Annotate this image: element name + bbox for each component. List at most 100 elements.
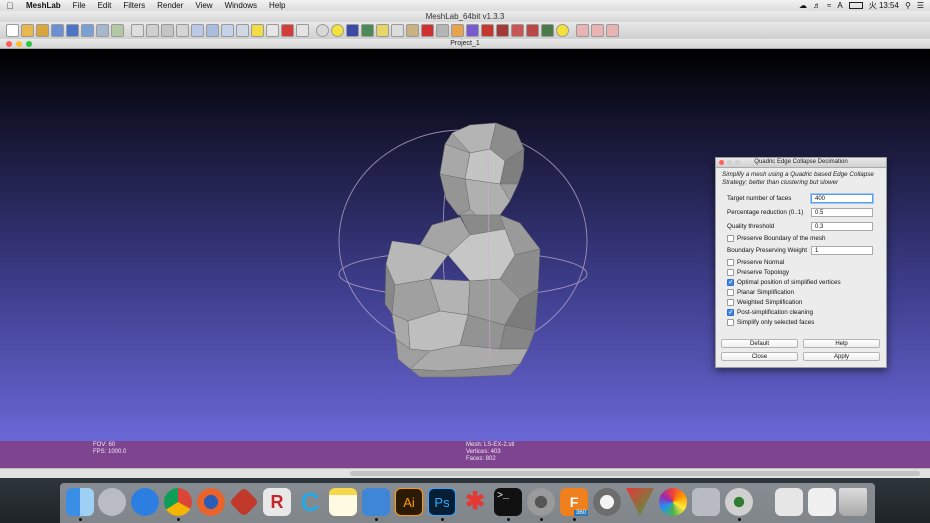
screenshot-icon[interactable] — [808, 488, 836, 516]
dialog-zoom-icon[interactable] — [735, 160, 740, 165]
new-project-icon[interactable] — [6, 24, 19, 37]
preserve-boundary-checkbox[interactable] — [727, 235, 734, 242]
apply-button[interactable]: Apply — [803, 352, 880, 361]
image-icon[interactable] — [541, 24, 554, 37]
c-app-icon[interactable]: C — [296, 488, 324, 516]
dialog-close-icon[interactable] — [719, 160, 724, 165]
back-face-culling-icon[interactable] — [296, 24, 309, 37]
point-select-icon[interactable] — [481, 24, 494, 37]
snapshot-icon[interactable] — [81, 24, 94, 37]
paint-icon[interactable] — [406, 24, 419, 37]
light-icon[interactable] — [251, 24, 264, 37]
select-faces-icon[interactable] — [361, 24, 374, 37]
boundary-weight-input[interactable]: 1 — [811, 246, 873, 255]
apple-menu-icon[interactable]:  — [0, 1, 20, 11]
wireframe-view-icon[interactable] — [161, 24, 174, 37]
box-3d-icon[interactable] — [692, 488, 720, 516]
sketchup-icon[interactable] — [593, 488, 621, 516]
notification-center-icon[interactable]: ☰ — [917, 1, 924, 10]
finder-icon[interactable] — [66, 488, 94, 516]
hidden-lines-view-icon[interactable] — [176, 24, 189, 37]
help-info-icon[interactable] — [556, 24, 569, 37]
delete-selection-icon[interactable] — [606, 24, 619, 37]
preview-icon[interactable] — [362, 488, 390, 516]
trackball-icon[interactable] — [316, 24, 329, 37]
select-vertices-icon[interactable] — [526, 24, 539, 37]
input-method-indicator[interactable]: A — [837, 1, 842, 10]
quality-threshold-input[interactable]: 0.3 — [811, 222, 873, 231]
close-button[interactable]: Close — [721, 352, 798, 361]
fancy-lighting-icon[interactable] — [281, 24, 294, 37]
preserve-normal-checkbox[interactable] — [727, 259, 734, 266]
flat-view-icon[interactable] — [206, 24, 219, 37]
bbox-view-icon[interactable] — [131, 24, 144, 37]
menu-view[interactable]: View — [189, 1, 218, 10]
close-window-icon[interactable] — [6, 41, 12, 47]
menu-file[interactable]: File — [67, 1, 92, 10]
menu-app[interactable]: MeshLab — [20, 1, 67, 10]
optimal-position-checkbox[interactable] — [727, 278, 734, 286]
default-button[interactable]: Default — [721, 339, 798, 348]
export-icon[interactable] — [66, 24, 79, 37]
menu-edit[interactable]: Edit — [92, 1, 118, 10]
import-mesh-icon[interactable] — [51, 24, 64, 37]
safari-icon[interactable] — [131, 488, 159, 516]
wifi-icon[interactable]: ≈ — [827, 1, 831, 10]
cloud-icon[interactable]: ☁ — [799, 1, 807, 10]
photoshop-icon[interactable]: Ps — [428, 488, 456, 516]
preserve-topology-checkbox[interactable] — [727, 269, 734, 276]
firefox-icon[interactable] — [197, 488, 225, 516]
scrollbar-thumb[interactable] — [350, 471, 920, 476]
terminal-icon[interactable]: >_ — [494, 488, 522, 516]
search-icon[interactable]: ⚲ — [905, 1, 911, 10]
flat-lines-view-icon[interactable] — [191, 24, 204, 37]
measure-icon[interactable] — [376, 24, 389, 37]
texture-param-icon[interactable] — [451, 24, 464, 37]
planar-simplification-checkbox[interactable] — [727, 289, 734, 296]
points-view-icon[interactable] — [146, 24, 159, 37]
dialog-minimize-icon[interactable] — [727, 160, 732, 165]
launchpad-icon[interactable] — [98, 488, 126, 516]
chrome-icon[interactable] — [164, 488, 192, 516]
menu-render[interactable]: Render — [151, 1, 189, 10]
info-a-icon[interactable] — [331, 24, 344, 37]
simplify-selected-checkbox[interactable] — [727, 319, 734, 326]
trash-icon[interactable] — [839, 488, 867, 516]
r-app-icon[interactable]: R — [263, 488, 291, 516]
pick-points-icon[interactable] — [421, 24, 434, 37]
usb-drive-icon[interactable] — [775, 488, 803, 516]
open-project-icon[interactable] — [36, 24, 49, 37]
texture-view-icon[interactable] — [236, 24, 249, 37]
menu-windows[interactable]: Windows — [219, 1, 263, 10]
z-paint-icon[interactable] — [496, 24, 509, 37]
select-connected-icon[interactable] — [511, 24, 524, 37]
selection-icon[interactable] — [466, 24, 479, 37]
delete-faces-icon[interactable] — [576, 24, 589, 37]
illustrator-icon[interactable]: Ai — [395, 488, 423, 516]
notes-icon[interactable] — [329, 488, 357, 516]
help-button[interactable]: Help — [803, 339, 880, 348]
menu-help[interactable]: Help — [263, 1, 291, 10]
clock[interactable]: 火 13:54 — [869, 0, 899, 11]
open-icon[interactable] — [21, 24, 34, 37]
align-icon[interactable] — [391, 24, 404, 37]
percentage-reduction-input[interactable]: 0.5 — [811, 208, 873, 217]
smooth-view-icon[interactable] — [221, 24, 234, 37]
save-icon[interactable] — [96, 24, 109, 37]
delete-vertices-icon[interactable] — [591, 24, 604, 37]
system-preferences-icon[interactable] — [527, 488, 555, 516]
double-side-lighting-icon[interactable] — [266, 24, 279, 37]
reload-icon[interactable] — [111, 24, 124, 37]
eye-app-icon[interactable] — [725, 488, 753, 516]
photos-icon[interactable] — [659, 488, 687, 516]
menu-filters[interactable]: Filters — [117, 1, 151, 10]
minimize-window-icon[interactable] — [16, 41, 22, 47]
weighted-simplification-checkbox[interactable] — [727, 299, 734, 306]
layer-dialog-icon[interactable] — [346, 24, 359, 37]
post-simplification-cleaning-checkbox[interactable] — [727, 308, 734, 316]
zoom-window-icon[interactable] — [26, 41, 32, 47]
battery-icon[interactable] — [848, 2, 863, 9]
spark-app-icon[interactable]: ✱ — [461, 488, 489, 516]
target-faces-input[interactable]: 400 — [811, 194, 873, 203]
volume-icon[interactable]: ♬ — [813, 1, 821, 10]
